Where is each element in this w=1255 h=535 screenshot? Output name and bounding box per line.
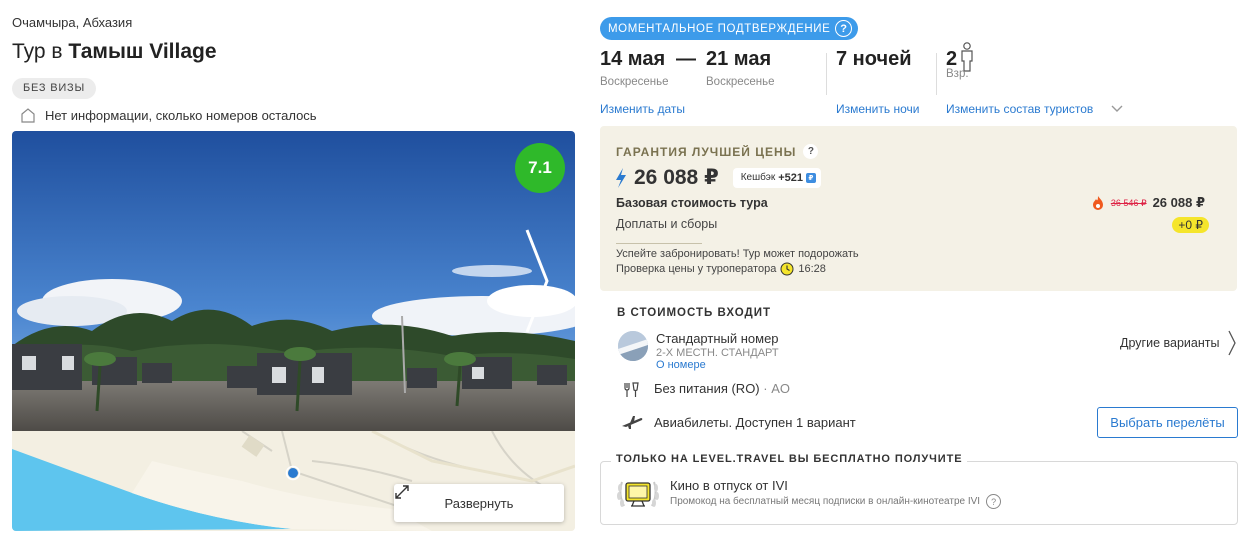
base-price: 36 546 ₽ 26 088 ₽ bbox=[1091, 195, 1205, 211]
choose-flights-button[interactable]: Выбрать перелёты bbox=[1097, 407, 1238, 438]
date-from-value: 14 мая bbox=[600, 48, 666, 70]
other-variants-link[interactable]: Другие варианты bbox=[1120, 329, 1237, 357]
instant-confirmation-badge: МОМЕНТАЛЬНОЕ ПОДТВЕРЖДЕНИЕ ? bbox=[600, 17, 859, 40]
gift-title: ТОЛЬКО НА LEVEL.TRAVEL ВЫ БЕСПЛАТНО ПОЛУ… bbox=[611, 453, 968, 465]
hotel-location: Очамчыра, Абхазия bbox=[12, 15, 133, 30]
plane-icon bbox=[622, 416, 643, 429]
question-icon[interactable]: ? bbox=[803, 144, 819, 159]
title-prefix: Тур в bbox=[12, 40, 69, 63]
tourists: 2 Взр. bbox=[946, 42, 974, 80]
hotel-name: Тамыш Village bbox=[68, 40, 217, 63]
price-check-note: Проверка цены у туроператора 16:28 bbox=[616, 262, 826, 276]
fire-icon bbox=[1092, 196, 1103, 210]
chevron-down-icon[interactable] bbox=[1110, 104, 1124, 114]
date-range-dash: — bbox=[676, 48, 696, 70]
date-to-weekday: Воскресенье bbox=[706, 76, 775, 88]
fees-label: Доплаты и сборы bbox=[616, 217, 718, 231]
meal-info: Без питания (RO) · AO bbox=[654, 381, 790, 396]
gift-name: Кино в отпуск от IVI bbox=[670, 478, 788, 493]
about-room-link[interactable]: О номере bbox=[656, 359, 706, 371]
cashback-icon: ₽ bbox=[805, 172, 816, 183]
question-icon[interactable]: ? bbox=[835, 20, 853, 37]
hotel-map[interactable]: Развернуть bbox=[12, 431, 575, 531]
rating-badge: 7.1 bbox=[515, 143, 565, 193]
fees-value: +0 ₽ bbox=[1172, 217, 1209, 233]
nights: 7 ночей bbox=[836, 48, 912, 71]
divider bbox=[826, 53, 827, 95]
guarantee-label: ГАРАНТИЯ ЛУЧШЕЙ ЦЕНЫ bbox=[616, 144, 797, 159]
flights-info: Авиабилеты. Доступен 1 вариант bbox=[654, 415, 856, 430]
expand-map-button[interactable]: Развернуть bbox=[394, 484, 564, 522]
hurry-note: Успейте забронировать! Тур может подорож… bbox=[616, 248, 859, 260]
change-nights-link[interactable]: Изменить ночи bbox=[836, 102, 919, 116]
base-price-old: 36 546 ₽ bbox=[1110, 197, 1147, 208]
tv-laurel-icon bbox=[617, 481, 659, 507]
cutlery-icon bbox=[624, 382, 639, 397]
total-price-value: 26 088 ₽ bbox=[634, 166, 719, 189]
door-icon bbox=[21, 108, 35, 123]
meal-label: Без питания (RO) bbox=[654, 381, 760, 396]
date-from-weekday: Воскресенье bbox=[600, 76, 669, 88]
expand-map-label: Развернуть bbox=[444, 495, 514, 511]
cashback-value: +521 bbox=[778, 171, 803, 184]
price-card: ГАРАНТИЯ ЛУЧШЕЙ ЦЕНЫ ? 26 088 ₽ Кешбэк +… bbox=[600, 126, 1237, 291]
cashback-label: Кешбэк bbox=[740, 172, 776, 183]
date-from: 14 мая Воскресенье bbox=[600, 48, 669, 88]
rooms-info-text: Нет информации, сколько номеров осталось bbox=[45, 107, 317, 123]
date-to-value: 21 мая bbox=[706, 48, 772, 70]
change-tourists-link[interactable]: Изменить состав туристов bbox=[946, 102, 1093, 116]
price-check-time: 16:28 bbox=[798, 263, 826, 275]
best-price-guarantee: ГАРАНТИЯ ЛУЧШЕЙ ЦЕНЫ ? bbox=[616, 144, 819, 159]
divider bbox=[616, 243, 702, 244]
room-thumbnail-image bbox=[618, 331, 648, 361]
lightning-icon bbox=[616, 167, 626, 188]
base-price-label: Базовая стоимость тура bbox=[616, 196, 768, 210]
price-check-label: Проверка цены у туроператора bbox=[616, 263, 777, 275]
nights-value: 7 ночей bbox=[836, 48, 912, 70]
clock-icon bbox=[780, 262, 794, 276]
visa-badge: БЕЗ ВИЗЫ bbox=[12, 78, 97, 99]
room-type: 2-Х МЕСТН. СТАНДАРТ bbox=[656, 347, 779, 359]
hotel-photo-image bbox=[12, 131, 575, 431]
chevron-right-icon[interactable] bbox=[523, 226, 553, 336]
gift-box bbox=[600, 461, 1238, 525]
date-to: 21 мая Воскресенье bbox=[706, 48, 775, 88]
change-dates-link[interactable]: Изменить даты bbox=[600, 102, 685, 116]
hotel-photo[interactable]: 7.1 bbox=[12, 131, 575, 431]
total-price: 26 088 ₽ Кешбэк +521 ₽ bbox=[614, 165, 821, 190]
question-icon[interactable]: ? bbox=[986, 494, 1002, 509]
divider bbox=[936, 53, 937, 95]
instant-confirmation-label: МОМЕНТАЛЬНОЕ ПОДТВЕРЖДЕНИЕ bbox=[608, 22, 831, 35]
page-title: Тур в Тамыш Village bbox=[12, 40, 217, 64]
gift-description-text: Промокод на бесплатный месяц подписки в … bbox=[670, 496, 981, 507]
rooms-availability: Нет информации, сколько номеров осталось bbox=[20, 107, 317, 123]
chevron-right-icon bbox=[1228, 330, 1237, 356]
includes-title: В СТОИМОСТЬ ВХОДИТ bbox=[617, 307, 772, 319]
room-name: Стандартный номер bbox=[656, 331, 779, 346]
meal-code: · AO bbox=[759, 381, 790, 396]
room-thumbnail[interactable] bbox=[618, 331, 648, 361]
cashback-badge: Кешбэк +521 ₽ bbox=[732, 167, 821, 188]
base-price-new: 26 088 ₽ bbox=[1152, 195, 1205, 210]
expand-arrows-icon bbox=[395, 485, 409, 499]
other-variants-label: Другие варианты bbox=[1120, 336, 1220, 350]
adults-label: Взр. bbox=[946, 68, 969, 80]
gift-description: Промокод на бесплатный месяц подписки в … bbox=[670, 494, 1002, 509]
